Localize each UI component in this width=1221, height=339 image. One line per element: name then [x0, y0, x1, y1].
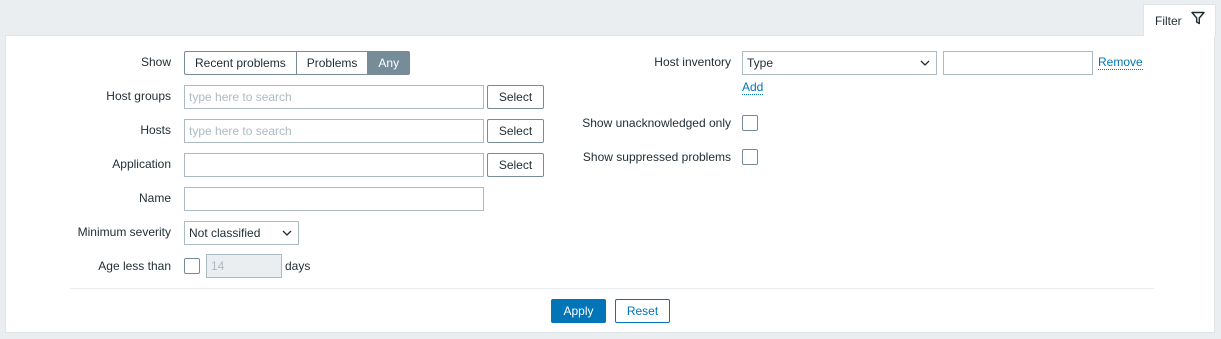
apply-button[interactable]: Apply: [551, 299, 606, 323]
application-select-button[interactable]: Select: [487, 153, 544, 177]
application-label: Application: [112, 157, 171, 171]
show-option-problems[interactable]: Problems: [295, 51, 368, 75]
funnel-icon: [1191, 11, 1205, 25]
host-groups-select-button[interactable]: Select: [487, 85, 544, 109]
show-segmented-control: Recent problems Problems Any: [184, 51, 411, 75]
host-groups-input[interactable]: [184, 85, 484, 109]
hosts-input[interactable]: [184, 119, 484, 143]
age-days-unit: days: [285, 259, 311, 273]
age-less-than-label: Age less than: [98, 259, 171, 273]
show-unacknowledged-label: Show unacknowledged only: [582, 116, 731, 130]
host-inventory-label: Host inventory: [654, 55, 731, 69]
filter-tab-label: Filter: [1155, 13, 1182, 28]
minimum-severity-value: Not classified: [189, 226, 261, 240]
show-label: Show: [140, 55, 171, 69]
host-inventory-value-input[interactable]: [943, 51, 1093, 75]
name-label: Name: [138, 191, 171, 205]
show-option-recent-problems[interactable]: Recent problems: [184, 51, 296, 75]
name-input[interactable]: [184, 187, 484, 211]
chevron-down-icon: [282, 230, 292, 236]
filter-tab[interactable]: Filter: [1143, 4, 1216, 36]
host-groups-label: Host groups: [106, 89, 171, 103]
minimum-severity-dropdown[interactable]: Not classified: [184, 221, 299, 245]
show-option-any[interactable]: Any: [367, 51, 411, 75]
reset-button[interactable]: Reset: [615, 299, 670, 323]
application-input[interactable]: [184, 153, 484, 177]
show-suppressed-label: Show suppressed problems: [582, 150, 731, 164]
filter-panel: Show Recent problems Problems Any Host g…: [5, 35, 1215, 333]
actions-divider: [70, 288, 1154, 289]
chevron-down-icon: [920, 60, 930, 66]
host-inventory-remove-link[interactable]: Remove: [1098, 56, 1143, 70]
show-suppressed-checkbox[interactable]: [742, 149, 758, 165]
hosts-select-button[interactable]: Select: [487, 119, 544, 143]
minimum-severity-label: Minimum severity: [77, 225, 171, 239]
hosts-label: Hosts: [140, 123, 171, 137]
age-days-input[interactable]: [206, 254, 282, 278]
host-inventory-field-dropdown[interactable]: Type: [742, 51, 937, 75]
host-inventory-add-link[interactable]: Add: [742, 81, 764, 95]
show-unacknowledged-checkbox[interactable]: [742, 115, 758, 131]
age-less-than-checkbox[interactable]: [184, 258, 200, 274]
host-inventory-field-value: Type: [747, 56, 774, 70]
